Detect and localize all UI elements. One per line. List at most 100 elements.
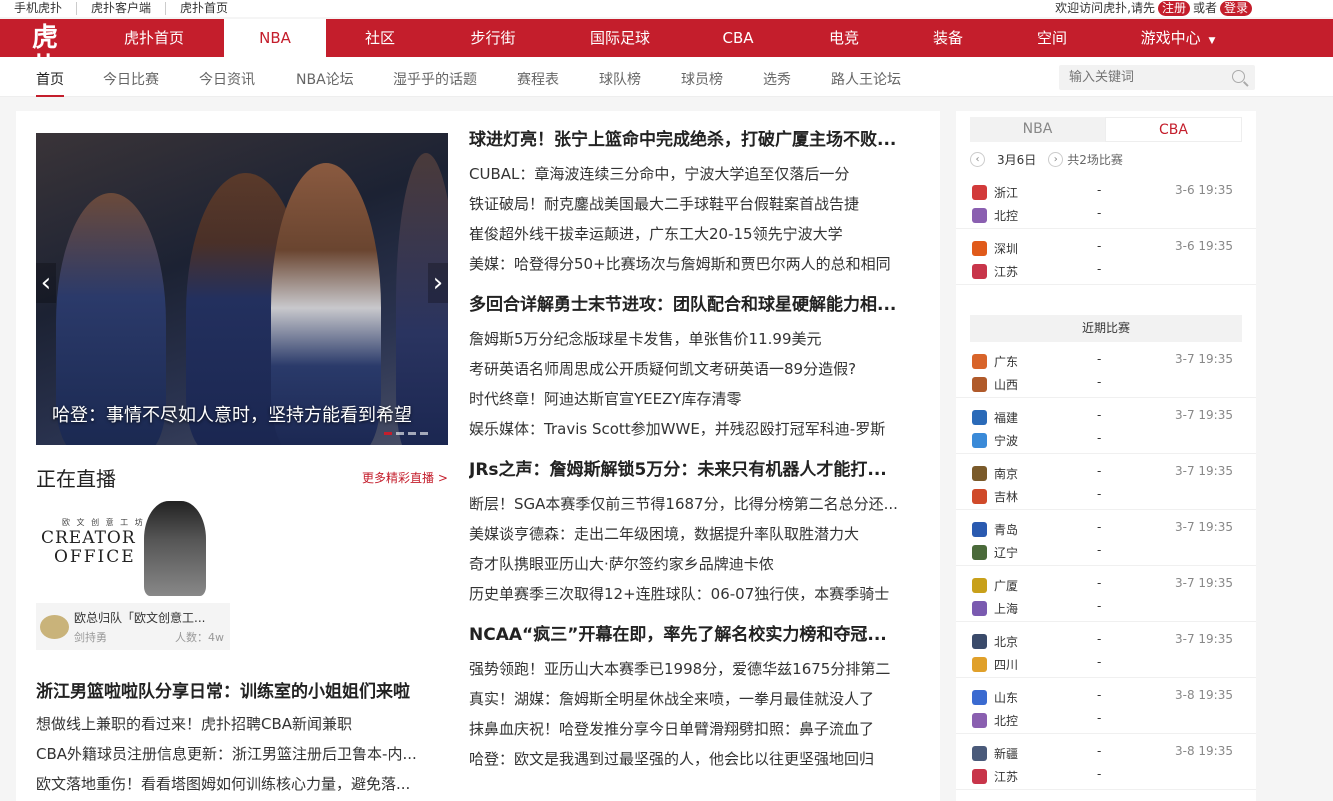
home-team: 青岛: [972, 520, 1018, 538]
news-item[interactable]: 考研英语名师周思成公开质疑何凯文考研英语一89分造假?: [469, 358, 921, 388]
game-row[interactable]: 南京 - 吉林 - 3-7 19:35: [956, 454, 1256, 510]
left-headline[interactable]: 浙江男篮啦啦队分享日常：训练室的小姐姐们来啦: [36, 677, 410, 702]
news-item[interactable]: 真实！湖媒：詹姆斯全明星休战全来喷，一拳月最佳就没人了: [469, 688, 921, 718]
live-title[interactable]: 欧总归队「欧文创意工...: [74, 609, 224, 626]
nav-item-esports[interactable]: 电竞: [804, 19, 884, 57]
subnav-schedule[interactable]: 赛程表: [517, 69, 559, 89]
hupu-home-link[interactable]: 虎扑首页: [180, 2, 242, 15]
left-news-list: 想做线上兼职的看过来！虎扑招聘CBA新闻兼职 CBA外籍球员注册信息更新：浙江男…: [36, 713, 448, 801]
news-headline[interactable]: 球进灯亮！张宁上篮命中完成绝杀，打破广厦主场不败...: [469, 127, 921, 153]
news-headline[interactable]: NCAA“疯三”开幕在即，率先了解名校实力榜和夺冠...: [469, 622, 921, 648]
news-item[interactable]: 时代终章！阿迪达斯官宣YEEZY库存清零: [469, 388, 921, 418]
subnav-today-games[interactable]: 今日比赛: [103, 69, 159, 89]
date-bar: ‹ 3月6日 › 共2场比赛: [970, 151, 1123, 167]
away-team: 北控: [972, 711, 1018, 729]
list-item[interactable]: 欧文落地重伤！看看塔图姆如何训练核心力量，避免落...: [36, 773, 448, 801]
news-group: NCAA“疯三”开幕在即，率先了解名校实力榜和夺冠... 强势领跑！亚历山大本赛…: [469, 622, 921, 787]
news-headline[interactable]: 多回合详解勇士末节进攻：团队配合和球星硬解能力相...: [469, 292, 921, 318]
news-headline[interactable]: JRs之声：詹姆斯解锁5万分：未来只有机器人才能打...: [469, 457, 921, 483]
news-item[interactable]: 奇才队携眼亚历山大·萨尔签约家乡品牌迪卡侬: [469, 553, 921, 583]
news-item[interactable]: 铁证破局！耐克鏖战美国最大二手球鞋平台假鞋案首战告捷: [469, 193, 921, 223]
chevron-left-icon[interactable]: ‹: [970, 151, 985, 167]
subnav-wet-topics[interactable]: 湿乎乎的话题: [393, 69, 477, 89]
subnav-street-king-forum[interactable]: 路人王论坛: [831, 69, 901, 89]
news-item[interactable]: 崔俊超外线干拔幸运颠进，广东工大20-15领先宁波大学: [469, 223, 921, 253]
carousel-next-arrow[interactable]: ›: [428, 263, 448, 303]
subnav-draft[interactable]: 选秀: [763, 69, 791, 89]
game-row[interactable]: 浙江 - 北控 - 3-6 19:35: [956, 173, 1256, 229]
list-item[interactable]: 想做线上兼职的看过来！虎扑招聘CBA新闻兼职: [36, 713, 448, 743]
carousel-prev-arrow[interactable]: ‹: [36, 263, 56, 303]
nav-item-hupu-home[interactable]: 虎扑首页: [100, 19, 208, 57]
game-time: 3-8 19:35: [1175, 744, 1233, 758]
live-thumbnail[interactable]: 欧 文 创 意 工 坊 CREATOR OFFICE: [36, 495, 230, 603]
news-item[interactable]: 美媒：哈登得分50+比赛场次与詹姆斯和贾巴尔两人的总和相同: [469, 253, 921, 283]
carousel-dot[interactable]: [420, 432, 428, 435]
chevron-right-icon[interactable]: ›: [1048, 151, 1064, 167]
news-item[interactable]: 娱乐媒体：Travis Scott参加WWE，并残忍殴打冠军科迪-罗斯: [469, 418, 921, 448]
more-live-link[interactable]: 更多精彩直播 >: [362, 469, 448, 486]
live-info: 欧总归队「欧文创意工... 剑持勇 人数：4w: [36, 603, 230, 650]
news-item[interactable]: 历史单赛季三次取得12+连胜球队：06-07独行侠，本赛季骑士: [469, 583, 921, 613]
mobile-hupu-link[interactable]: 手机虎扑: [14, 2, 78, 15]
subnav-team-standings[interactable]: 球队榜: [599, 69, 641, 89]
hupu-client-link[interactable]: 虎扑客户端: [91, 2, 167, 15]
carousel-dot[interactable]: [384, 432, 392, 435]
team-name: 浙江: [994, 185, 1019, 200]
game-row[interactable]: 广厦 - 上海 - 3-7 19:35: [956, 566, 1256, 622]
game-row[interactable]: 福建 - 宁波 - 3-7 19:35: [956, 398, 1256, 454]
game-time: 3-6 19:35: [1175, 183, 1233, 197]
live-card[interactable]: 欧 文 创 意 工 坊 CREATOR OFFICE 欧总归队「欧文创意工...…: [36, 495, 230, 650]
subnav-nba-forum[interactable]: NBA论坛: [296, 69, 354, 89]
news-item[interactable]: 詹姆斯5万分纪念版球星卡发售，单张售价11.99美元: [469, 328, 921, 358]
subnav-today-news[interactable]: 今日资讯: [199, 69, 255, 89]
game-row[interactable]: 新疆 - 江苏 - 3-8 19:35: [956, 734, 1256, 790]
login-button[interactable]: 登录: [1219, 1, 1252, 16]
tab-cba[interactable]: CBA: [1105, 117, 1242, 142]
nav-item-space[interactable]: 空间: [1012, 19, 1092, 57]
team-name: 青岛: [994, 522, 1019, 537]
away-score: -: [1097, 767, 1102, 781]
utility-links: 手机虎扑 虎扑客户端 虎扑首页: [14, 0, 256, 15]
team-logo-icon: [972, 353, 987, 369]
game-row[interactable]: 北京 - 四川 - 3-7 19:35: [956, 622, 1256, 678]
nav-item-game-center[interactable]: 游戏中心 ▼: [1130, 19, 1226, 57]
nav-item-cba[interactable]: CBA: [698, 19, 778, 57]
search-input[interactable]: [1059, 65, 1219, 90]
team-logo-icon: [972, 745, 987, 761]
game-row[interactable]: 山东 - 北控 - 3-8 19:35: [956, 678, 1256, 734]
subnav-home[interactable]: 首页: [36, 69, 64, 97]
hupu-logo[interactable]: 虎扑: [32, 23, 68, 83]
nav-item-nba[interactable]: NBA: [224, 19, 326, 57]
away-score: -: [1097, 711, 1102, 725]
game-row[interactable]: 青岛 - 辽宁 - 3-7 19:35: [956, 510, 1256, 566]
carousel-caption[interactable]: 哈登：事情不尽如人意时，坚持方能看到希望: [52, 401, 412, 427]
nav-item-pedestrian-street[interactable]: 步行街: [448, 19, 538, 57]
carousel-dot[interactable]: [396, 432, 404, 435]
away-team: 江苏: [972, 767, 1018, 785]
home-score: -: [1097, 464, 1102, 478]
home-team: 广厦: [972, 576, 1018, 594]
nav-item-equipment[interactable]: 装备: [908, 19, 988, 57]
team-name: 山东: [994, 690, 1019, 705]
team-name: 北京: [994, 634, 1019, 649]
register-button[interactable]: 注册: [1157, 1, 1190, 16]
game-row[interactable]: 深圳 - 江苏 - 3-6 19:35: [956, 229, 1256, 285]
news-item[interactable]: 抹鼻血庆祝！哈登发推分享今日单臂滑翔劈扣照：鼻子流血了: [469, 718, 921, 748]
game-row[interactable]: 广东 - 山西 - 3-7 19:35: [956, 342, 1256, 398]
search-icon[interactable]: [1232, 70, 1245, 83]
news-item[interactable]: 哈登：欧文是我遇到过最坚强的人，他会比以往更坚强地回归: [469, 748, 921, 778]
tab-nba[interactable]: NBA: [970, 117, 1105, 142]
subnav-player-rank[interactable]: 球员榜: [681, 69, 723, 89]
carousel-dot[interactable]: [408, 432, 416, 435]
hero-carousel[interactable]: ‹ › 哈登：事情不尽如人意时，坚持方能看到希望: [36, 133, 448, 445]
news-item[interactable]: 美媒谈亨德森：走出二年级困境，数据提升率队取胜潜力大: [469, 523, 921, 553]
nav-item-intl-football[interactable]: 国际足球: [575, 19, 665, 57]
away-score: -: [1097, 206, 1102, 220]
nav-item-community[interactable]: 社区: [340, 19, 420, 57]
list-item[interactable]: CBA外籍球员注册信息更新：浙江男篮注册后卫鲁本-内...: [36, 743, 448, 773]
news-item[interactable]: 强势领跑！亚历山大本赛季已1998分，爱德华兹1675分排第二: [469, 658, 921, 688]
news-item[interactable]: CUBAL：章海波连续三分命中，宁波大学追至仅落后一分: [469, 163, 921, 193]
main-nav: 虎扑 虎扑首页 NBA 社区 步行街 国际足球 CBA 电竞 装备 空间 游戏中…: [0, 19, 1333, 83]
news-item[interactable]: 断层！SGA本赛季仅前三节得1687分，比得分榜第二名总分还...: [469, 493, 921, 523]
